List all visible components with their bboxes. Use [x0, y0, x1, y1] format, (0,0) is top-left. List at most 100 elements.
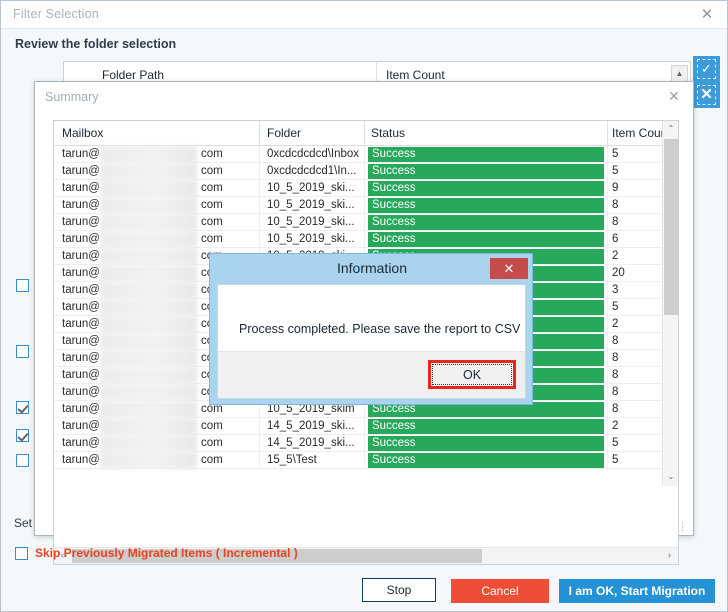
page-title: Review the folder selection: [15, 37, 177, 51]
vertical-scroll-thumb[interactable]: [664, 139, 678, 315]
cell-mailbox: tarun@: [62, 352, 100, 364]
redacted-mailbox-block: [100, 452, 197, 469]
cell-item-count: 2: [612, 250, 619, 262]
cell-mailbox: tarun@: [62, 267, 100, 279]
folder-checkbox-0[interactable]: [16, 279, 29, 292]
header-divider: [259, 121, 260, 145]
cell-mailbox: tarun@: [62, 386, 100, 398]
cell-divider: [259, 435, 260, 452]
skip-migrated-checkbox[interactable]: [15, 547, 28, 560]
table-row[interactable]: tarun@ com 14_5_2019_ski... Success 2: [54, 418, 662, 435]
redacted-mailbox-block: [100, 401, 197, 418]
filter-selection-window: Filter Selection ✕ Review the folder sel…: [0, 0, 728, 612]
redacted-mailbox-block: [100, 146, 197, 163]
column-header-item-count[interactable]: Item Count: [386, 68, 445, 82]
select-all-button[interactable]: ✓: [693, 56, 720, 82]
cell-divider: [607, 316, 608, 333]
cell-divider: [607, 180, 608, 197]
cell-item-count: 5: [612, 454, 619, 466]
folder-checkbox-1[interactable]: [16, 345, 29, 358]
ok-button[interactable]: OK: [428, 360, 516, 389]
cell-divider: [364, 197, 365, 214]
cell-divider: [607, 248, 608, 265]
cell-divider: [364, 418, 365, 435]
cell-divider: [259, 146, 260, 163]
folder-checkbox-3[interactable]: [16, 429, 29, 442]
table-row[interactable]: tarun@ com 14_5_2019_ski... Success 5: [54, 435, 662, 452]
redacted-mailbox-block: [100, 265, 197, 282]
cell-item-count: 2: [612, 420, 619, 432]
information-footer: OK: [218, 351, 525, 398]
start-migration-button[interactable]: I am OK, Start Migration: [559, 579, 715, 603]
cell-item-count: 8: [612, 369, 619, 381]
column-header-mailbox[interactable]: Mailbox: [62, 126, 103, 140]
close-icon[interactable]: ✕: [490, 258, 528, 279]
cell-divider: [607, 418, 608, 435]
cell-mailbox-domain: com: [201, 216, 223, 228]
table-row[interactable]: tarun@ com 10_5_2019_ski... Success 8: [54, 214, 662, 231]
cell-item-count: 5: [612, 301, 619, 313]
cell-mailbox-domain: com: [201, 148, 223, 160]
table-row[interactable]: tarun@ com 10_5_2019_ski... Success 6: [54, 231, 662, 248]
redacted-mailbox-block: [100, 350, 197, 367]
cell-item-count: 5: [612, 148, 619, 160]
cell-folder: 10_5_2019_ski...: [267, 182, 355, 194]
cell-divider: [259, 197, 260, 214]
cell-item-count: 20: [612, 267, 625, 279]
cell-divider: [607, 452, 608, 469]
cell-divider: [364, 452, 365, 469]
folder-checkbox-4[interactable]: [16, 454, 29, 467]
close-icon[interactable]: ✕: [697, 5, 717, 25]
cell-folder: 14_5_2019_ski...: [267, 420, 355, 432]
status-badge: Success: [368, 198, 604, 213]
stop-button[interactable]: Stop: [362, 578, 436, 602]
column-header-folder[interactable]: Folder: [267, 126, 301, 140]
column-header-status[interactable]: Status: [371, 126, 405, 140]
folder-checkbox-2[interactable]: [16, 401, 29, 414]
resize-grip-icon[interactable]: ┆: [680, 523, 688, 532]
table-row[interactable]: tarun@ com 15_5\Test Success 5: [54, 452, 662, 469]
redacted-mailbox-block: [100, 180, 197, 197]
cell-divider: [259, 418, 260, 435]
cell-mailbox: tarun@: [62, 148, 100, 160]
vertical-scrollbar[interactable]: ⌃ ⌄: [662, 121, 678, 486]
column-header-folder-path[interactable]: Folder Path: [102, 68, 164, 82]
cell-folder: 15_5\Test: [267, 454, 317, 466]
close-icon[interactable]: ✕: [665, 88, 683, 106]
table-row[interactable]: tarun@ com 10_5_2019_ski... Success 9: [54, 180, 662, 197]
table-row[interactable]: tarun@ com 10_5_2019_ski... Success 8: [54, 197, 662, 214]
scroll-up-icon[interactable]: ⌃: [663, 121, 678, 138]
cancel-button[interactable]: Cancel: [451, 579, 549, 603]
cell-item-count: 8: [612, 216, 619, 228]
table-row[interactable]: tarun@ com 0xcdcdcdcd\Inbox Success 5: [54, 146, 662, 163]
status-badge: Success: [368, 453, 604, 468]
cell-mailbox-domain: com: [201, 454, 223, 466]
cell-mailbox-domain: com: [201, 199, 223, 211]
cell-mailbox: tarun@: [62, 301, 100, 313]
redacted-mailbox-block: [100, 214, 197, 231]
window-title: Filter Selection: [13, 7, 99, 21]
cell-mailbox: tarun@: [62, 318, 100, 330]
information-message: Process completed. Please save the repor…: [239, 322, 521, 336]
information-title: Information: [336, 260, 408, 276]
cell-item-count: 5: [612, 437, 619, 449]
redacted-mailbox-block: [100, 316, 197, 333]
deselect-all-button[interactable]: ✕: [693, 82, 720, 108]
cell-divider: [607, 350, 608, 367]
selection-buttons: ✓ ✕: [693, 56, 720, 108]
table-row[interactable]: tarun@ com 0xcdcdcdcd1\In... Success 5: [54, 163, 662, 180]
dashed-focus-box: [697, 59, 716, 79]
cell-divider: [607, 299, 608, 316]
scroll-right-icon[interactable]: ›: [661, 548, 678, 564]
cell-mailbox: tarun@: [62, 284, 100, 296]
redacted-mailbox-block: [100, 333, 197, 350]
redacted-mailbox-block: [100, 384, 197, 401]
information-dialog: Information ✕ Process completed. Please …: [209, 253, 533, 405]
cell-divider: [607, 435, 608, 452]
cell-mailbox: tarun@: [62, 233, 100, 245]
cell-divider: [607, 265, 608, 282]
scroll-down-icon[interactable]: ⌄: [663, 469, 678, 486]
status-badge: Success: [368, 181, 604, 196]
cell-divider: [607, 282, 608, 299]
cell-folder: 14_5_2019_ski...: [267, 437, 355, 449]
